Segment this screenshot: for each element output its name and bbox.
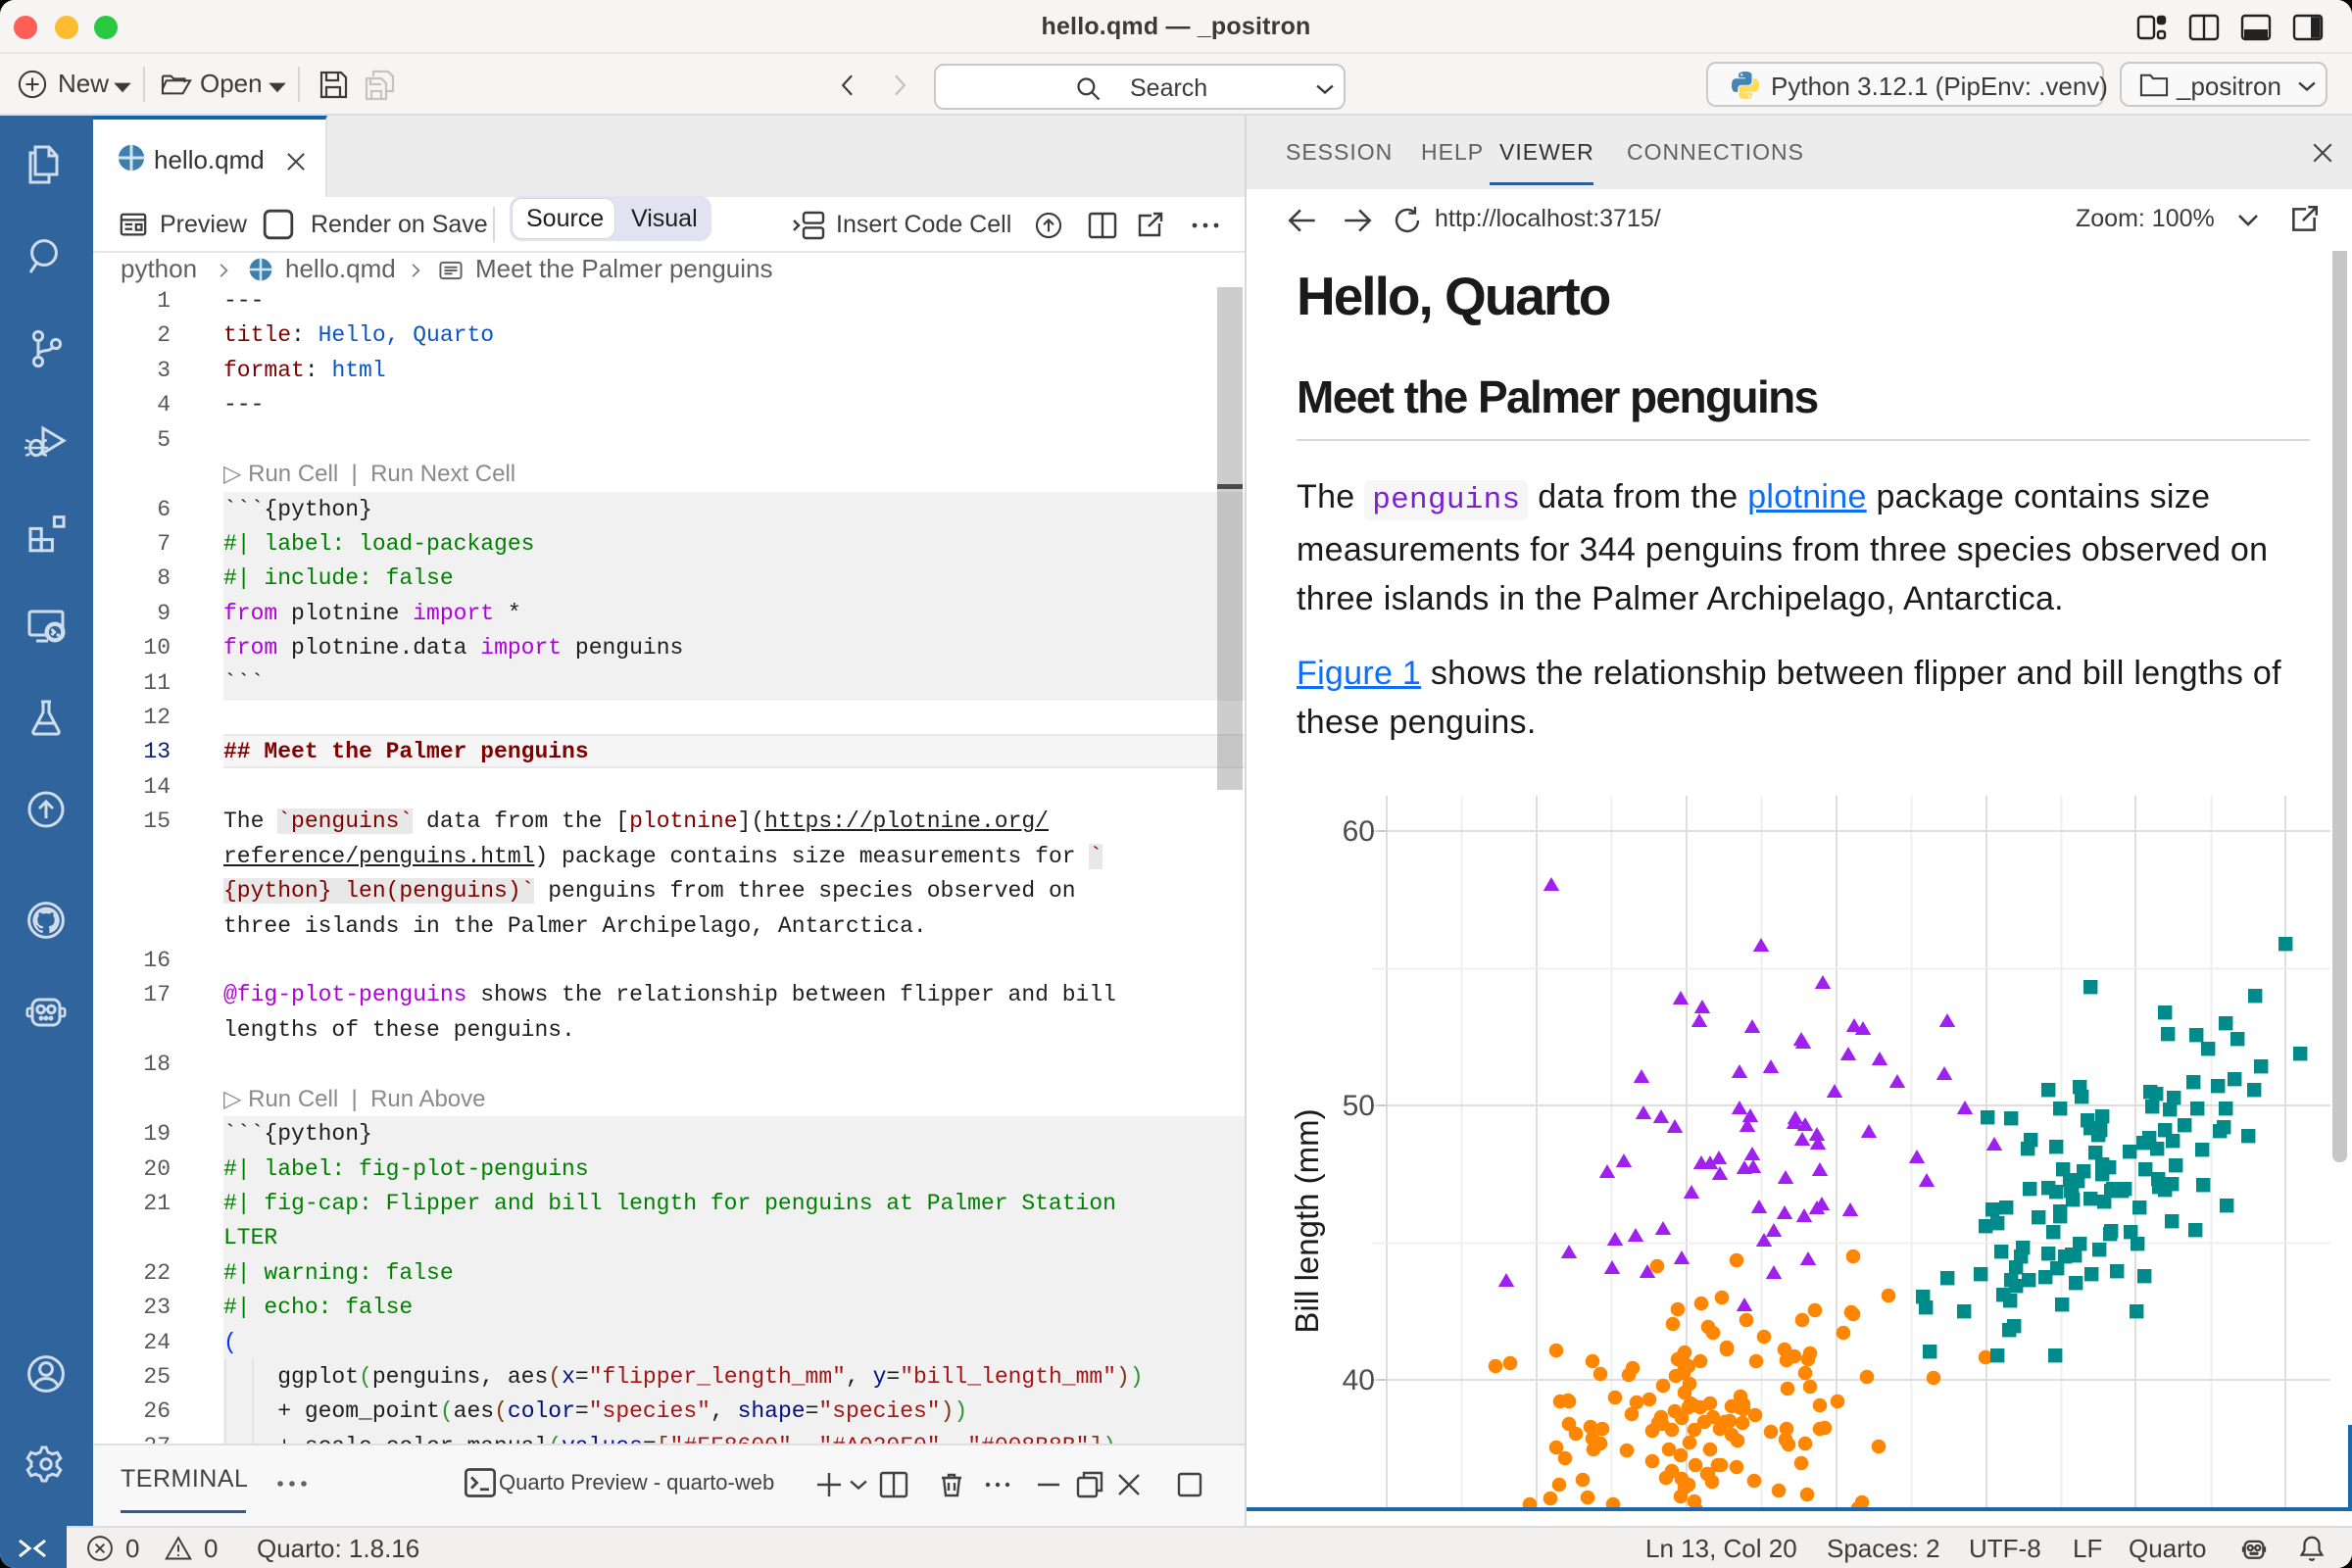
svg-text:Bill length (mm): Bill length (mm) [1289, 1108, 1325, 1333]
svg-text:50: 50 [1343, 1090, 1375, 1122]
svg-text:60: 60 [1343, 815, 1375, 848]
svg-text:40: 40 [1343, 1364, 1375, 1396]
